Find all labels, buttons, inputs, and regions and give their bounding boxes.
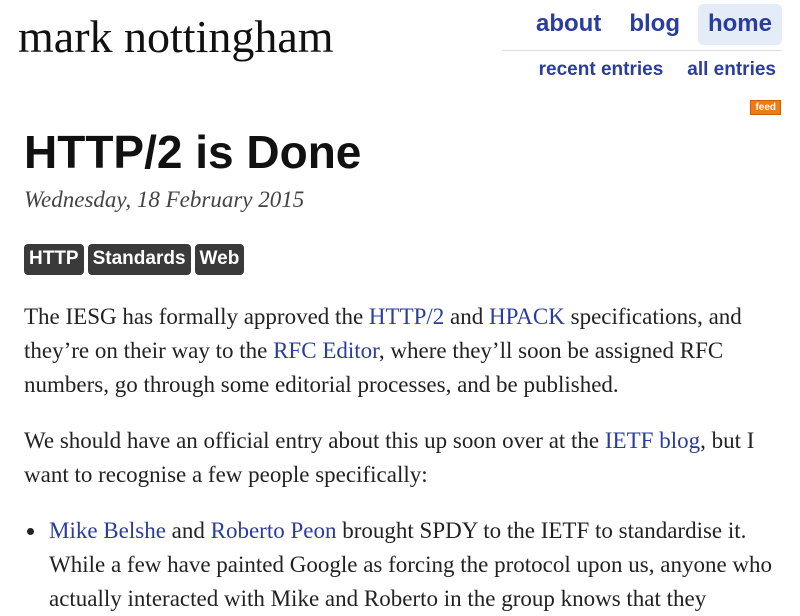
ietf-blog-link[interactable]: IETF blog xyxy=(605,428,700,453)
nav-blog-link[interactable]: blog xyxy=(619,4,690,45)
tag-http[interactable]: HTTP xyxy=(24,244,84,275)
paragraph-text: The IESG has formally approved the xyxy=(24,304,369,329)
sub-nav: recent entries all entries xyxy=(539,58,776,82)
paragraph-text: We should have an official entry about t… xyxy=(24,428,605,453)
feed-badge[interactable]: feed xyxy=(750,100,781,115)
tag-list: HTTP Standards Web xyxy=(24,244,776,275)
article: HTTP/2 is Done Wednesday, 18 February 20… xyxy=(24,122,776,616)
post-date: Wednesday, 18 February 2015 xyxy=(24,187,305,212)
nav-divider xyxy=(502,50,782,51)
roberto-peon-link[interactable]: Roberto Peon xyxy=(211,518,337,543)
post-title: HTTP/2 is Done xyxy=(24,126,362,178)
site-title[interactable]: mark nottingham xyxy=(18,10,334,64)
bullet-dot-icon xyxy=(27,528,34,535)
list-item-text: and xyxy=(165,518,211,543)
main-nav: about blog home xyxy=(526,4,782,45)
paragraph-text: and xyxy=(444,304,490,329)
paragraph-2: We should have an official entry about t… xyxy=(24,424,776,492)
nav-recent-entries-link[interactable]: recent entries xyxy=(539,58,664,82)
tag-standards[interactable]: Standards xyxy=(87,244,191,275)
hpack-spec-link[interactable]: HPACK xyxy=(489,304,565,329)
rfc-editor-link[interactable]: RFC Editor xyxy=(273,338,379,363)
list-item: Mike Belshe and Roberto Peon brought SPD… xyxy=(24,514,776,616)
nav-all-entries-link[interactable]: all entries xyxy=(687,58,776,82)
tag-web[interactable]: Web xyxy=(194,244,245,275)
nav-home-link[interactable]: home xyxy=(697,4,782,45)
people-list: Mike Belshe and Roberto Peon brought SPD… xyxy=(24,514,776,616)
nav-about-link[interactable]: about xyxy=(526,4,611,45)
http2-spec-link[interactable]: HTTP/2 xyxy=(369,304,444,329)
mike-belshe-link[interactable]: Mike Belshe xyxy=(49,518,166,543)
paragraph-1: The IESG has formally approved the HTTP/… xyxy=(24,300,776,402)
